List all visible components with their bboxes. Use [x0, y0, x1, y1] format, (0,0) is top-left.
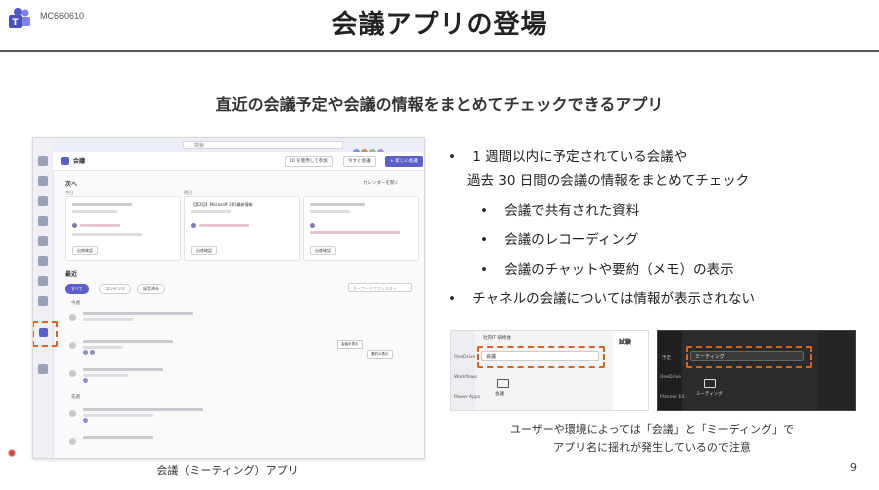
app-label: 会議: [495, 392, 504, 397]
caption-note-line-2: アプリ名に揺れが発生しているので注意: [553, 441, 751, 454]
page-number: 9: [850, 461, 857, 474]
join-by-id-button[interactable]: ID を使用して参加: [285, 156, 333, 167]
title-bar: 検索: [53, 138, 424, 156]
meeting-card[interactable]: 【第2回】Microsoft 365最新情報 出席確認: [184, 196, 300, 261]
card-title: 【第2回】Microsoft 365最新情報: [191, 202, 253, 207]
new-meeting-button[interactable]: + 新しい会議: [385, 156, 423, 167]
app-rail: [33, 138, 54, 458]
bullet-marker: •: [448, 149, 456, 165]
bullet-2: • 会議で共有された資料: [480, 203, 640, 219]
teams-light-screenshot: OneDrive Workflows Power Apps 社内IT 研修会 会…: [450, 330, 649, 411]
bullet-1: • 1 週間以内に予定されている会議や: [448, 145, 687, 165]
slide-subtitle: 直近の会議予定や会議の情報をまとめてチェックできるアプリ: [215, 95, 664, 114]
rsvp-button[interactable]: 出席確認: [310, 246, 336, 255]
meeting-card[interactable]: 出席確認: [303, 196, 419, 261]
activity-icon: [36, 156, 50, 170]
open-calendar-link[interactable]: カレンダーを開く: [363, 180, 399, 186]
meetings-app-screenshot: 検索 会議 ID を使用して参加 今すぐ会議 + 新しい会議 次へ カレンダーを…: [32, 137, 425, 459]
recent-section-heading: 最近: [65, 271, 78, 278]
search-highlight: [477, 346, 605, 368]
rsvp-button[interactable]: 出席確認: [191, 246, 217, 255]
recap-button[interactable]: 要約の表示: [367, 350, 393, 359]
meet-now-button[interactable]: 今すぐ会議: [343, 156, 376, 167]
screenshot-caption: 会議（ミーティング）アプリ: [156, 464, 299, 477]
caption-note-line-1: ユーザーや環境によっては「会議」と「ミーディング」で: [510, 423, 794, 436]
group-last-week: 先週: [71, 395, 80, 400]
calls-icon: [36, 236, 50, 250]
teams-dark-screenshot: 予定 OneDrive Planner Ed.. ミーティング ミーティング: [657, 330, 856, 411]
tab-label: 試験: [619, 339, 632, 346]
bullet-5: • チャネルの会議については情報が表示されない: [448, 291, 755, 307]
app-label: ミーティング: [696, 392, 723, 397]
more-apps-icon: [36, 364, 50, 378]
rsvp-button[interactable]: 出席確認: [72, 246, 98, 255]
table-row[interactable]: [69, 432, 415, 458]
bullet-marker: •: [480, 232, 488, 248]
group-this-week: 今週: [71, 301, 80, 306]
search-input[interactable]: 検索: [183, 141, 343, 149]
search-highlight: [686, 346, 812, 368]
meetings-rail-highlight: [33, 321, 58, 347]
bullet-marker: •: [448, 291, 456, 307]
meeting-video-icon: [497, 379, 509, 388]
bullet-4: • 会議のチャットや要約（メモ）の表示: [480, 262, 734, 278]
team-label: 社内IT 研修会: [483, 336, 512, 341]
filter-recorded[interactable]: 録音済み: [137, 284, 165, 294]
meeting-card[interactable]: 出席確認: [65, 196, 181, 261]
bullet-1-line-1: 1 週間以内に予定されている会議や: [472, 149, 688, 165]
keyword-filter-input[interactable]: キーワードでフィルター: [348, 283, 412, 292]
teams-icon: [36, 196, 50, 210]
chat-icon: [36, 176, 50, 190]
bullet-marker: •: [480, 262, 488, 278]
table-row[interactable]: [69, 308, 415, 334]
bullet-3: • 会議のレコーディング: [480, 232, 639, 248]
table-row[interactable]: 会議を表示 要約の表示: [69, 336, 415, 362]
app-title: 会議: [73, 158, 86, 165]
meeting-video-icon: [704, 379, 716, 388]
filter-content[interactable]: コンテンツ: [99, 284, 131, 294]
view-meeting-tooltip: 会議を表示: [337, 340, 363, 349]
bullet-1-line-2: 過去 30 日間の会議の情報をまとめてチェック: [467, 173, 750, 189]
table-row[interactable]: [69, 364, 415, 390]
app-header: 会議 ID を使用して参加 今すぐ会議 + 新しい会議: [53, 152, 424, 171]
table-row[interactable]: [69, 404, 415, 430]
filter-all[interactable]: すべて: [65, 284, 89, 294]
workflows-icon: [36, 296, 50, 310]
recording-indicator-icon: [8, 449, 16, 457]
bullet-marker: •: [480, 203, 488, 219]
next-section-heading: 次へ: [65, 181, 78, 188]
calendar-icon: [36, 216, 50, 230]
onedrive-icon: [36, 256, 50, 270]
apps-icon: [36, 276, 50, 290]
title-divider: [0, 50, 879, 52]
slide-title: 会議アプリの登場: [331, 10, 548, 40]
meetings-app-icon: [61, 157, 69, 165]
